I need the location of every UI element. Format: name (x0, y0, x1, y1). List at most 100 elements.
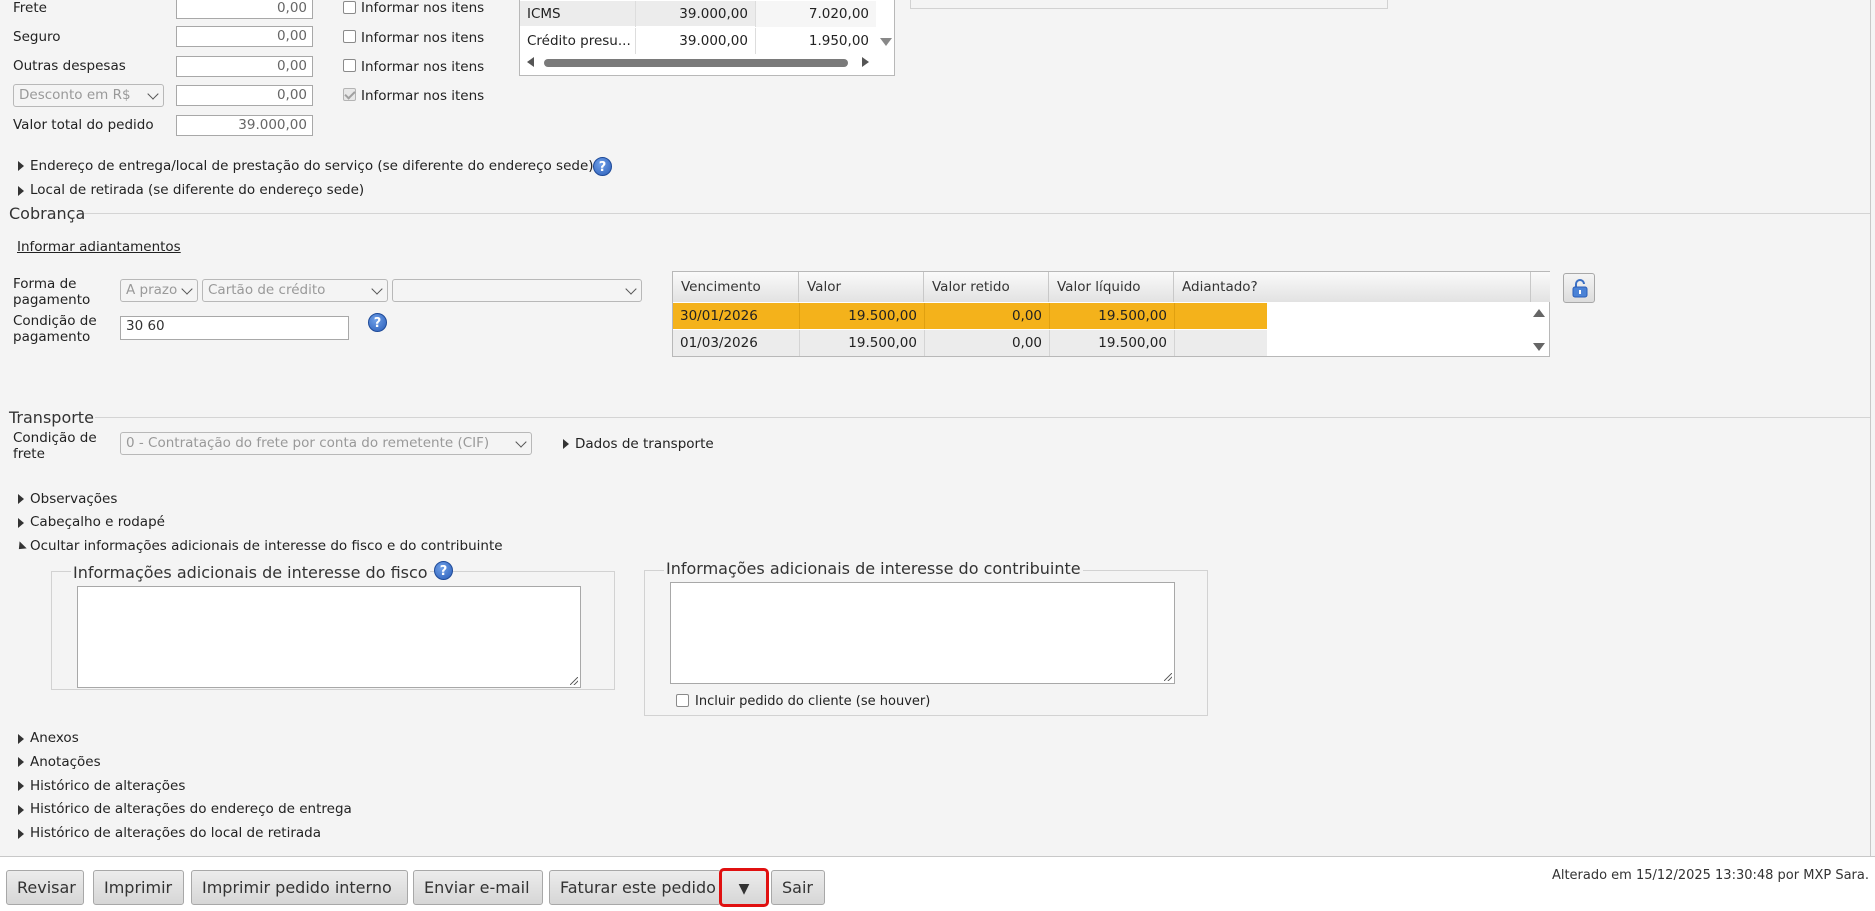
other-expenses-inform-items-checkbox[interactable] (343, 59, 356, 72)
tax-base: 39.000,00 (635, 28, 755, 54)
side-panel (910, 0, 1388, 9)
freight-condition-label: Condição de frete (13, 430, 97, 462)
horizontal-scrollbar-thumb[interactable] (544, 59, 848, 67)
other-expenses-inform-items-label: Informar nos itens (361, 59, 485, 75)
expand-arrow-icon[interactable] (18, 494, 24, 504)
attachments-toggle[interactable]: Anexos (30, 730, 79, 746)
send-email-button[interactable]: Enviar e-mail (413, 870, 543, 905)
expand-arrow-icon[interactable] (18, 518, 24, 528)
question-circle-icon[interactable]: ? (434, 561, 453, 580)
expand-arrow-icon[interactable] (18, 781, 24, 791)
section-divider (80, 213, 1870, 214)
fisco-info-textarea[interactable] (77, 586, 581, 688)
discount-type-select[interactable]: Desconto em R$ (13, 84, 164, 107)
change-history-toggle[interactable]: Histórico de alterações (30, 778, 185, 794)
payment-term-value: A prazo (126, 282, 178, 298)
column-header[interactable]: Valor retido (924, 272, 1049, 302)
transport-data-toggle[interactable]: Dados de transporte (575, 436, 714, 452)
include-client-order-label: Incluir pedido do cliente (se houver) (695, 694, 931, 709)
freight-input[interactable]: 0,00 (176, 0, 313, 19)
unlock-button[interactable] (1563, 273, 1595, 303)
discount-inform-items-label: Informar nos itens (361, 88, 485, 104)
invoice-options-dropdown[interactable]: ▼ (719, 868, 769, 907)
question-circle-icon[interactable]: ? (368, 313, 387, 332)
expand-arrow-icon[interactable] (18, 829, 24, 839)
section-divider (95, 417, 1870, 418)
scroll-down-icon[interactable] (1533, 343, 1545, 351)
tax-value: 1.950,00 (755, 28, 876, 54)
payment-type-value: Cartão de crédito (208, 282, 326, 298)
transport-title: Transporte (9, 408, 94, 427)
expand-arrow-icon[interactable] (18, 805, 24, 815)
contribuinte-info-legend: Informações adicionais de interesse do c… (664, 559, 1083, 578)
freight-condition-select[interactable]: 0 - Contratação do frete por conta do re… (120, 432, 532, 455)
installment-retained: 0,00 (924, 303, 1049, 329)
resize-handle-icon[interactable] (570, 677, 578, 685)
notes-toggle[interactable]: Anotações (30, 754, 101, 770)
payment-method-label: Forma de pagamento (13, 276, 91, 308)
collapse-arrow-icon[interactable] (15, 541, 27, 553)
payment-condition-input[interactable]: 30 60 (120, 316, 349, 340)
order-total-label: Valor total do pedido (13, 117, 154, 133)
other-expenses-input[interactable]: 0,00 (176, 56, 313, 77)
scroll-left-icon[interactable] (527, 57, 534, 67)
order-total-value: 39.000,00 (176, 115, 313, 136)
delivery-address-toggle[interactable]: Endereço de entrega/local de prestação d… (30, 158, 594, 174)
content-panel-border (1870, 0, 1871, 856)
last-modified-info: Alterado em 15/12/2025 13:30:48 por MXP … (1551, 868, 1869, 883)
discount-type-value: Desconto em R$ (19, 87, 131, 103)
advance-link[interactable]: Informar adiantamentos (17, 239, 181, 255)
pickup-location-toggle[interactable]: Local de retirada (se diferente do ender… (30, 182, 364, 198)
insurance-input[interactable]: 0,00 (176, 26, 313, 47)
header-footer-toggle[interactable]: Cabeçalho e rodapé (30, 514, 165, 530)
installment-advanced (1174, 330, 1267, 356)
chevron-down-icon (147, 88, 159, 100)
payment-extra-select[interactable] (392, 279, 642, 302)
scroll-down-icon[interactable] (880, 38, 892, 46)
table-row[interactable]: 30/01/2026 19.500,00 0,00 19.500,00 (673, 303, 1267, 329)
table-row[interactable]: 01/03/2026 19.500,00 0,00 19.500,00 (673, 330, 1267, 356)
installment-value: 19.500,00 (799, 303, 924, 329)
billing-title: Cobrança (9, 204, 86, 223)
discount-inform-items-checkbox[interactable] (343, 88, 356, 101)
tax-name: ICMS (527, 6, 561, 22)
pickup-history-toggle[interactable]: Histórico de alterações do local de reti… (30, 825, 321, 841)
include-client-order-checkbox[interactable] (676, 694, 689, 707)
column-header[interactable]: Vencimento (673, 272, 799, 302)
column-header[interactable]: Valor líquido (1049, 272, 1174, 302)
expand-arrow-icon[interactable] (18, 161, 24, 171)
insurance-inform-items-checkbox[interactable] (343, 30, 356, 43)
expand-arrow-icon[interactable] (563, 439, 569, 449)
fisco-info-legend: Informações adicionais de interesse do f… (71, 563, 430, 582)
resize-handle-icon[interactable] (1164, 673, 1172, 681)
freight-label: Frete (13, 0, 47, 16)
hide-additional-info-toggle[interactable]: Ocultar informações adicionais de intere… (30, 538, 503, 554)
column-header[interactable]: Valor (799, 272, 924, 302)
chevron-down-icon: ▼ (738, 881, 750, 897)
exit-button[interactable]: Sair (771, 870, 825, 905)
delivery-history-toggle[interactable]: Histórico de alterações do endereço de e… (30, 801, 352, 817)
invoice-button[interactable]: Faturar este pedido (549, 870, 721, 905)
expand-arrow-icon[interactable] (18, 757, 24, 767)
review-button[interactable]: Revisar (6, 870, 84, 905)
scroll-right-icon[interactable] (862, 57, 869, 67)
freight-inform-items-label: Informar nos itens (361, 0, 485, 16)
observations-toggle[interactable]: Observações (30, 491, 117, 507)
expand-arrow-icon[interactable] (18, 186, 24, 196)
column-header[interactable]: Adiantado? (1174, 272, 1531, 302)
payment-type-select[interactable]: Cartão de crédito (202, 279, 388, 302)
print-button[interactable]: Imprimir (93, 870, 184, 905)
contribuinte-info-textarea[interactable] (670, 582, 1175, 684)
tax-base: 39.000,00 (635, 1, 755, 27)
question-circle-icon[interactable]: ? (593, 157, 612, 176)
chevron-down-icon (371, 283, 383, 295)
freight-inform-items-checkbox[interactable] (343, 1, 356, 14)
scroll-up-icon[interactable] (1533, 309, 1545, 317)
tax-value: 7.020,00 (755, 1, 876, 27)
chevron-down-icon (515, 436, 527, 448)
payment-term-select[interactable]: A prazo (120, 279, 198, 302)
print-internal-button[interactable]: Imprimir pedido interno (191, 870, 408, 905)
discount-input[interactable]: 0,00 (176, 85, 313, 106)
freight-condition-value: 0 - Contratação do frete por conta do re… (126, 435, 490, 451)
expand-arrow-icon[interactable] (18, 734, 24, 744)
